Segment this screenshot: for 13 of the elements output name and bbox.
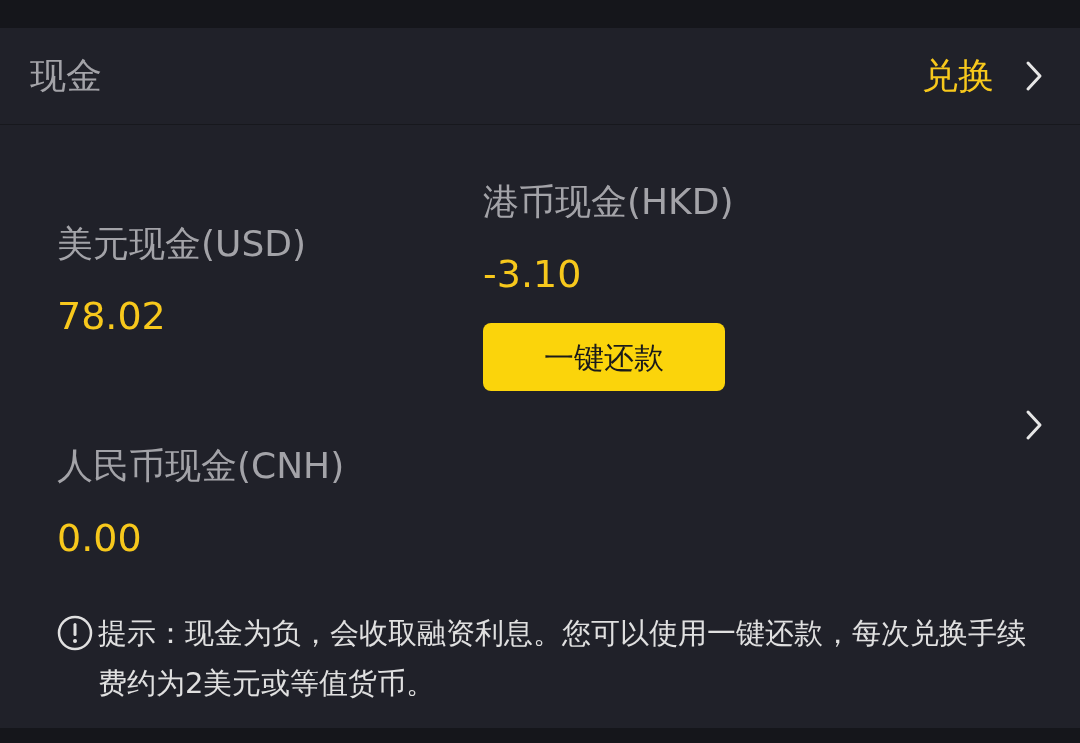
balance-value: -3.10 xyxy=(483,254,583,294)
repay-button[interactable]: 一键还款 xyxy=(483,323,725,391)
currency-label: 美元现金(USD) xyxy=(57,224,307,264)
chevron-right-icon xyxy=(1024,60,1044,92)
balance-value: 78.02 xyxy=(57,296,167,336)
info-icon xyxy=(57,615,93,651)
currency-label: 港币现金(HKD) xyxy=(483,182,735,222)
chevron-right-icon xyxy=(1024,409,1044,441)
balance-value: 0.00 xyxy=(57,518,143,558)
section-title: 现金 xyxy=(30,54,102,98)
currency-label: 人民币现金(CNH) xyxy=(57,446,346,486)
exchange-link[interactable]: 兑换 xyxy=(922,49,994,103)
note-text: 提示：现金为负，会收取融资利息。您可以使用一键还款，每次兑换手续费约为2美元或等值货币。 xyxy=(98,615,1027,702)
